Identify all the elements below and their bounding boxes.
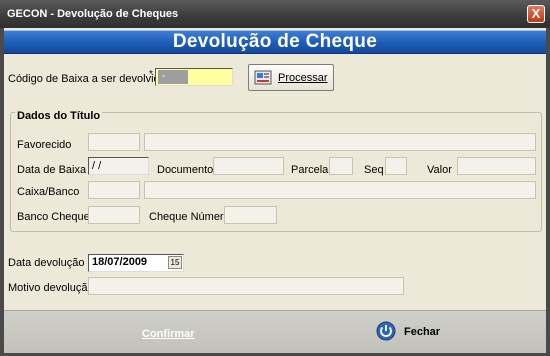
banco-cheque-field[interactable] bbox=[88, 206, 140, 224]
valor-field[interactable] bbox=[457, 157, 536, 175]
favorecido-code-field[interactable] bbox=[88, 133, 140, 151]
cheque-numero-field[interactable] bbox=[224, 206, 277, 224]
banco-cheque-label: Banco Cheque bbox=[17, 211, 90, 223]
confirmar-button[interactable]: Confirmar bbox=[142, 328, 195, 340]
codigo-label: Código de Baixa a ser devolvido bbox=[8, 73, 166, 85]
data-baixa-value: / / bbox=[92, 160, 102, 172]
fechar-button[interactable]: Fechar bbox=[374, 319, 454, 343]
form-body: Devolução de Cheque Código de Baixa a se… bbox=[4, 28, 546, 353]
valor-label: Valor bbox=[427, 164, 452, 176]
data-devolucao-value: 18/07/2009 bbox=[92, 256, 148, 268]
caixa-banco-code-field[interactable] bbox=[88, 181, 140, 199]
data-baixa-label: Data de Baixa bbox=[17, 164, 87, 176]
parcela-field[interactable] bbox=[329, 157, 353, 175]
process-icon bbox=[254, 70, 272, 85]
processar-label: Processar bbox=[278, 72, 328, 84]
power-icon bbox=[376, 321, 396, 341]
motivo-devolucao-field[interactable] bbox=[88, 277, 404, 295]
data-devolucao-label: Data devolução bbox=[8, 257, 85, 269]
app-window: GECON - Devolução de Cheques X Devolução… bbox=[0, 0, 550, 356]
footer-bar: Confirmar Fechar bbox=[4, 310, 546, 353]
data-baixa-field[interactable]: / / bbox=[88, 157, 149, 175]
caixa-banco-label: Caixa/Banco bbox=[17, 186, 80, 198]
processar-button[interactable]: Processar bbox=[248, 64, 334, 91]
parcela-label: Parcela bbox=[291, 164, 329, 176]
window-title: GECON - Devolução de Cheques bbox=[7, 8, 179, 20]
close-button[interactable]: X bbox=[527, 5, 545, 23]
favorecido-label: Favorecido bbox=[17, 139, 72, 151]
codigo-value: - bbox=[158, 70, 188, 84]
fechar-label: Fechar bbox=[404, 326, 441, 338]
banner: Devolução de Cheque bbox=[4, 30, 546, 54]
motivo-devolucao-label: Motivo devolução bbox=[8, 282, 94, 294]
documento-field[interactable] bbox=[213, 157, 284, 175]
codigo-input[interactable]: - bbox=[155, 68, 233, 86]
cheque-numero-label: Cheque Número bbox=[149, 211, 230, 223]
caixa-banco-name-field[interactable] bbox=[144, 181, 536, 199]
favorecido-name-field[interactable] bbox=[144, 133, 536, 151]
dados-titulo-title: Dados do Título bbox=[15, 110, 103, 122]
banner-title: Devolução de Cheque bbox=[172, 31, 378, 52]
data-devolucao-field[interactable]: 18/07/2009 15 bbox=[88, 254, 184, 272]
seq-label: Seq bbox=[364, 164, 384, 176]
seq-field[interactable] bbox=[385, 157, 407, 175]
required-mark: * bbox=[149, 69, 153, 80]
calendar-icon[interactable]: 15 bbox=[168, 256, 182, 269]
title-bar: GECON - Devolução de Cheques X bbox=[0, 0, 550, 28]
documento-label: Documento bbox=[157, 164, 214, 176]
close-icon: X bbox=[531, 6, 541, 21]
